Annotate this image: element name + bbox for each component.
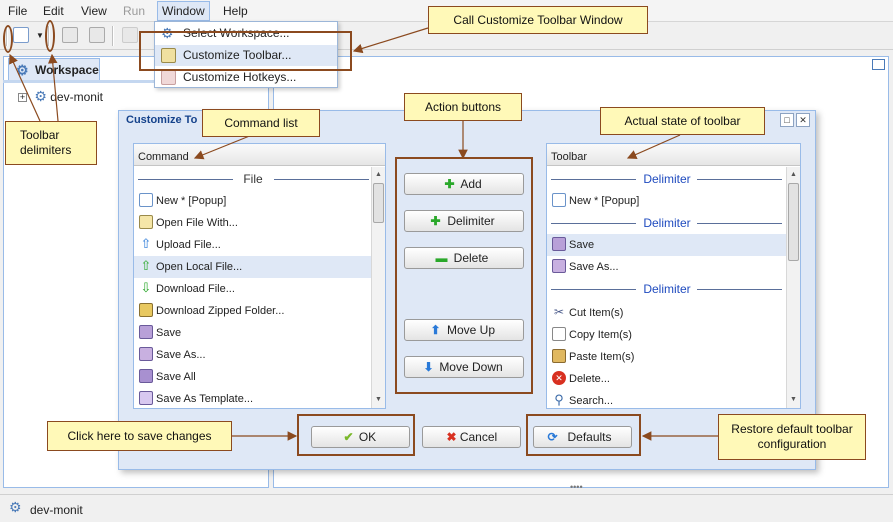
callout-restore-default: Restore default toolbar configuration <box>718 414 866 460</box>
callout-save-changes: Click here to save changes <box>47 421 232 451</box>
callout-call-customize: Call Customize Toolbar Window <box>428 6 648 34</box>
callout-toolbar-delimiters: Toolbar delimiters <box>5 121 97 165</box>
callout-command-list: Command list <box>202 109 320 137</box>
callout-actual-state: Actual state of toolbar <box>600 107 765 135</box>
callout-action-buttons: Action buttons <box>404 93 522 121</box>
